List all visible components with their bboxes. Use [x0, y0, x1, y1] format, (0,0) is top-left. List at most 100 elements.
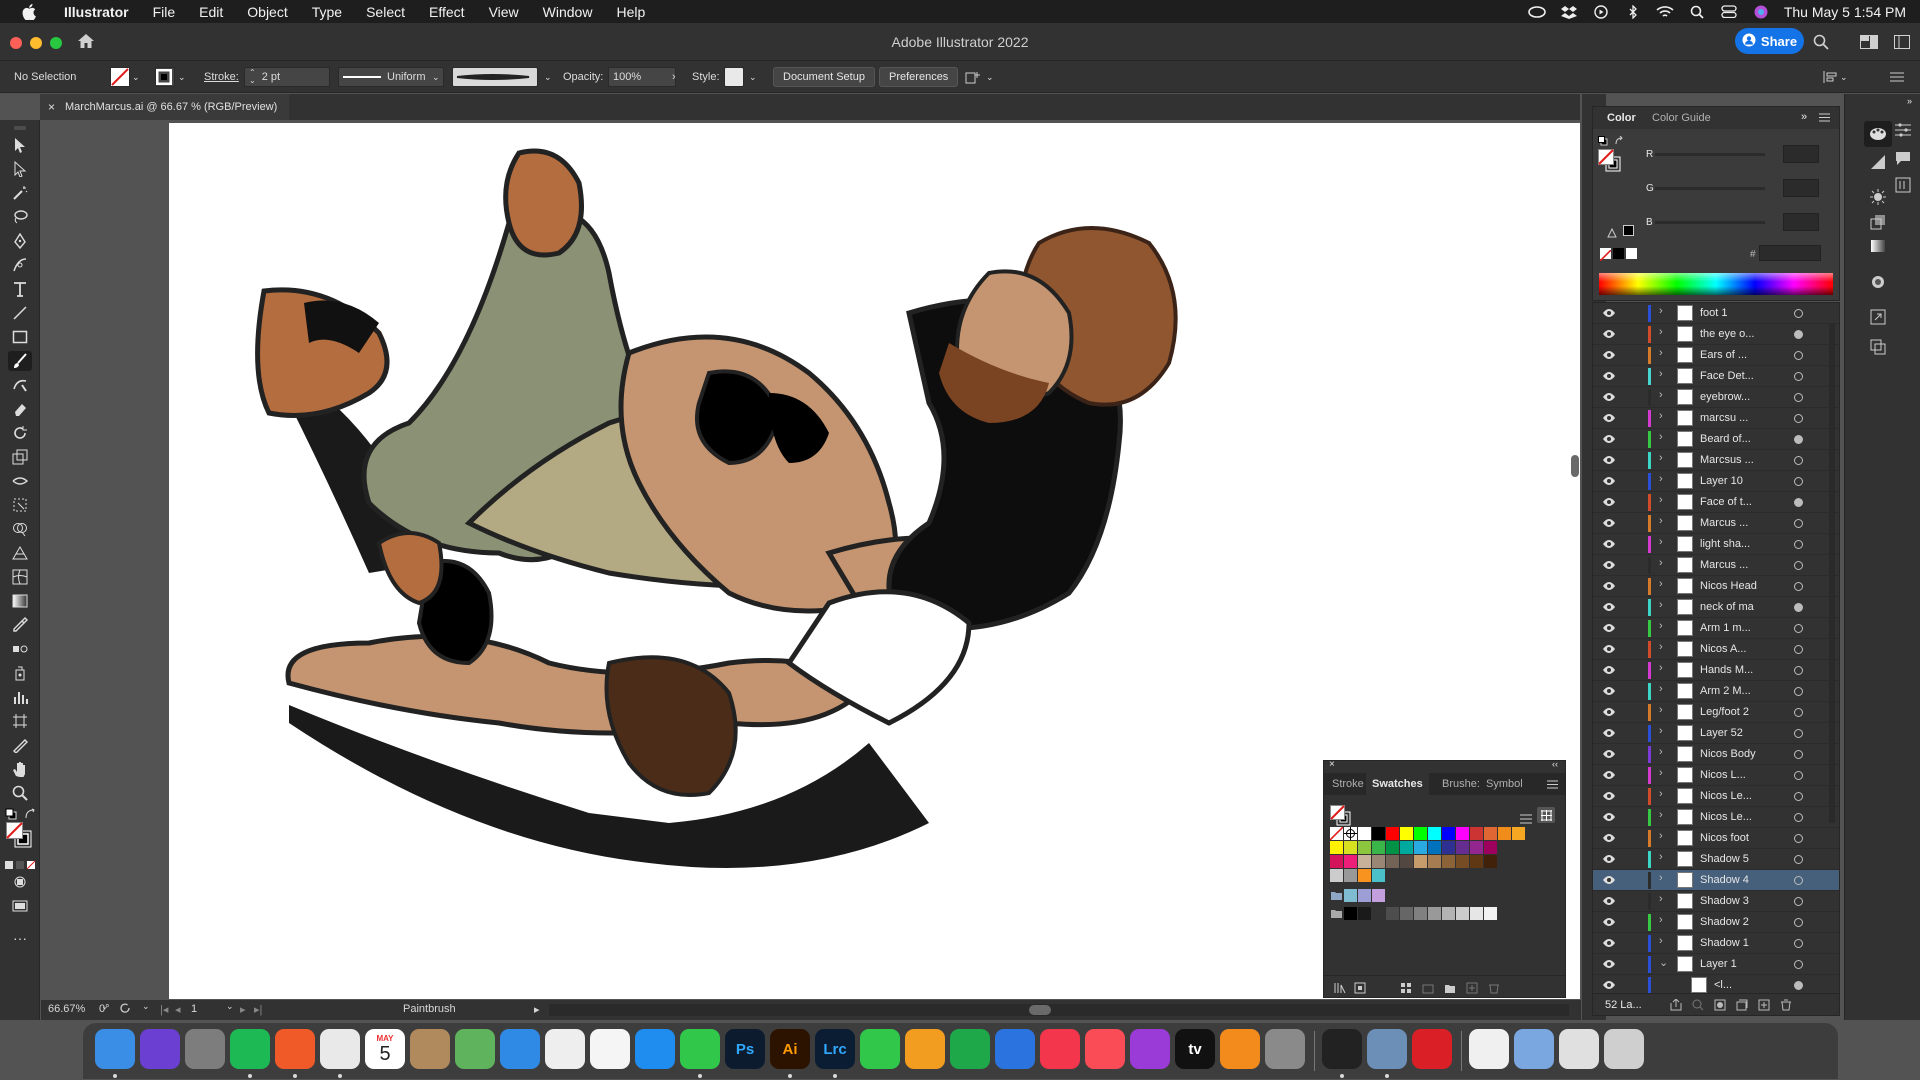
document-tab[interactable]: × MarchMarcus.ai @ 66.67 % (RGB/Preview)	[40, 94, 290, 120]
color-swatch[interactable]	[1386, 907, 1399, 920]
color-swatch[interactable]	[1470, 855, 1483, 868]
shape-builder-tool-icon[interactable]	[8, 519, 32, 539]
layer-row[interactable]: › Hands M...	[1593, 660, 1839, 681]
color-swatch[interactable]	[1358, 869, 1371, 882]
photoshop-icon[interactable]: Ps	[725, 1029, 765, 1069]
appearance-icon[interactable]	[1870, 189, 1886, 210]
visibility-eye-icon[interactable]	[1602, 308, 1616, 318]
books-icon[interactable]	[1220, 1029, 1260, 1069]
visibility-eye-icon[interactable]	[1602, 875, 1616, 885]
document-setup-button[interactable]: Document Setup	[773, 67, 875, 87]
next-artboard-icon[interactable]: ▸	[240, 1003, 246, 1016]
layer-row[interactable]: › Ears of ...	[1593, 345, 1839, 366]
preview-icon[interactable]	[1367, 1029, 1407, 1069]
chevron-right-icon[interactable]: ›	[1659, 599, 1663, 611]
chevron-right-icon[interactable]: ›	[1659, 305, 1663, 317]
eyedropper-tool-icon[interactable]	[8, 615, 32, 635]
rotate-view-icon[interactable]	[118, 1001, 132, 1018]
layer-row[interactable]: › Layer 10	[1593, 471, 1839, 492]
menu-window[interactable]: Window	[531, 4, 605, 20]
target-circle-icon[interactable]	[1794, 645, 1803, 654]
close-panel-icon[interactable]: ×	[1329, 759, 1335, 770]
chevron-right-icon[interactable]: ›	[1659, 662, 1663, 674]
target-circle-icon[interactable]	[1794, 603, 1803, 612]
layer-row[interactable]: › Arm 1 m...	[1593, 618, 1839, 639]
color-swatch[interactable]	[1400, 841, 1413, 854]
chevron-right-icon[interactable]: ›	[1659, 431, 1663, 443]
downloads-stack-icon[interactable]	[1514, 1029, 1554, 1069]
zoom-tool-icon[interactable]	[8, 783, 32, 803]
new-folder-icon[interactable]	[1444, 981, 1456, 999]
brave-icon[interactable]	[275, 1029, 315, 1069]
color-swatch[interactable]	[1400, 855, 1413, 868]
out-of-gamut-icon[interactable]	[1607, 225, 1617, 243]
rotate-tool-icon[interactable]	[8, 423, 32, 443]
target-circle-icon[interactable]	[1794, 813, 1803, 822]
color-group-folder-icon[interactable]	[1330, 889, 1343, 902]
width-tool-icon[interactable]	[8, 471, 32, 491]
layer-row[interactable]: › Layer 52	[1593, 723, 1839, 744]
launchpad-icon[interactable]	[185, 1029, 225, 1069]
visibility-eye-icon[interactable]	[1602, 581, 1616, 591]
siri-menu-icon[interactable]	[1752, 5, 1770, 19]
shaper-tool-icon[interactable]	[8, 375, 32, 395]
export-asset-icon[interactable]	[1870, 309, 1886, 330]
layer-row[interactable]: › neck of ma	[1593, 597, 1839, 618]
target-circle-icon[interactable]	[1794, 876, 1803, 885]
first-artboard-icon[interactable]: |◂	[160, 1003, 168, 1016]
document-icon[interactable]	[1469, 1029, 1509, 1069]
chevron-right-icon[interactable]: ›	[1659, 893, 1663, 905]
color-swatch[interactable]	[1442, 841, 1455, 854]
menu-help[interactable]: Help	[604, 4, 657, 20]
layer-row[interactable]: › Marcus ...	[1593, 555, 1839, 576]
color-swatch[interactable]	[1428, 855, 1441, 868]
free-transform-tool-icon[interactable]	[8, 495, 32, 515]
perspective-grid-tool-icon[interactable]	[8, 543, 32, 563]
color-swatch[interactable]	[1344, 889, 1357, 902]
reminders-icon[interactable]	[590, 1029, 630, 1069]
color-swatch[interactable]	[1414, 907, 1427, 920]
color-swatch[interactable]	[1414, 841, 1427, 854]
chevron-right-icon[interactable]: ›	[1659, 368, 1663, 380]
target-circle-icon[interactable]	[1794, 561, 1803, 570]
trash-icon[interactable]	[1604, 1029, 1644, 1069]
chevron-right-icon[interactable]: ›	[1659, 536, 1663, 548]
color-swatch[interactable]	[1470, 907, 1483, 920]
visibility-eye-icon[interactable]	[1602, 938, 1616, 948]
visibility-eye-icon[interactable]	[1602, 959, 1616, 969]
color-swatch[interactable]	[1372, 855, 1385, 868]
stroke-swatch[interactable]	[155, 67, 175, 87]
swatch-options-icon[interactable]	[1400, 981, 1412, 999]
maps-icon[interactable]	[455, 1029, 495, 1069]
panel-menu-icon[interactable]	[1890, 67, 1904, 87]
play-icon[interactable]	[1592, 4, 1610, 19]
layer-row[interactable]: › Shadow 1	[1593, 933, 1839, 954]
status-menu-icon[interactable]: ▸	[534, 1003, 540, 1016]
comments-panel-icon[interactable]	[1895, 150, 1911, 171]
pages-icon[interactable]	[905, 1029, 945, 1069]
visibility-eye-icon[interactable]	[1602, 833, 1616, 843]
target-circle-icon[interactable]	[1794, 435, 1803, 444]
color-swatch[interactable]	[1470, 827, 1483, 840]
chevron-down-icon[interactable]: ⌄	[132, 67, 140, 87]
chevron-right-icon[interactable]: ›	[1659, 557, 1663, 569]
visibility-eye-icon[interactable]	[1602, 644, 1616, 654]
target-circle-icon[interactable]	[1794, 918, 1803, 927]
vertical-scrollbar-thumb[interactable]	[1571, 455, 1579, 477]
color-swatch[interactable]	[1484, 841, 1497, 854]
gradient-tool-icon[interactable]	[8, 591, 32, 611]
facetime-icon[interactable]	[860, 1029, 900, 1069]
layer-row[interactable]: <l...	[1593, 975, 1839, 993]
none-swatch[interactable]	[1599, 248, 1612, 262]
curvature-tool-icon[interactable]	[8, 255, 32, 275]
tab-swatches[interactable]: Swatches	[1366, 773, 1429, 795]
control-center-icon[interactable]	[1720, 5, 1738, 19]
layer-row[interactable]: › light sha...	[1593, 534, 1839, 555]
knee-shape[interactable]	[376, 531, 444, 606]
preferences-button[interactable]: Preferences	[879, 67, 959, 87]
fill-swatch[interactable]	[110, 67, 130, 87]
layer-row[interactable]: › Face of t...	[1593, 492, 1839, 513]
draw-mode-icon[interactable]	[8, 872, 32, 892]
layer-row[interactable]: › Nicos Le...	[1593, 786, 1839, 807]
siri-icon[interactable]	[140, 1029, 180, 1069]
